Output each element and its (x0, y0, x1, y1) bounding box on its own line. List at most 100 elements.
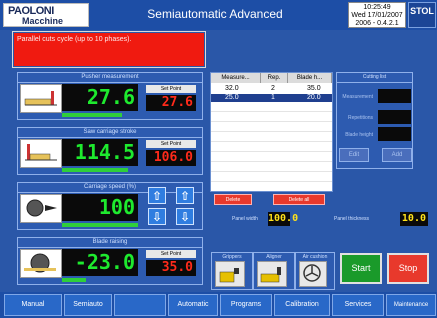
grippers-panel[interactable]: Grippers (211, 252, 253, 290)
clock-date: Wed 17/01/2007 (351, 12, 403, 19)
nav-maintenance[interactable]: Maintenance (386, 294, 436, 316)
panel-width-label: Panel width (232, 216, 258, 222)
saw-value-display: 114.5 (62, 139, 138, 166)
phases-table[interactable]: Measure... Rep. Blade h... 32.0 2 35.0 2… (210, 72, 333, 192)
blade-panel: Blade raising -23.0 Set Point 35.0 (17, 237, 203, 285)
air-cushion-icon (299, 261, 327, 287)
cell-measure: 32.0 (225, 85, 239, 92)
cutting-list-title: Cutting list (337, 73, 412, 83)
table-row[interactable]: 32.0 2 35.0 (211, 85, 332, 93)
table-gridline (211, 151, 332, 152)
cell-rep: 2 (271, 85, 275, 92)
repetitions-field[interactable] (378, 110, 411, 124)
blade-setpoint-field[interactable]: 35.0 (146, 260, 196, 276)
delete-all-button[interactable]: Delete all (273, 194, 325, 205)
add-button[interactable]: Add (382, 148, 412, 162)
air-cushion-label: Air cushion (302, 254, 328, 260)
cell-measure: 25.0 (225, 94, 239, 101)
table-row-selected[interactable]: 25.0 1 20.0 (211, 94, 332, 102)
blade-raise-icon (20, 249, 62, 278)
table-gridline (211, 121, 332, 122)
column-header-measure[interactable]: Measure... (211, 73, 261, 83)
saw-speed-diagram (26, 199, 57, 217)
pusher-diagram (24, 91, 57, 106)
speed-down-large-button[interactable]: ⇩ (176, 208, 194, 225)
blade-height-field[interactable] (378, 127, 411, 141)
pusher-value-display: 27.6 (62, 84, 138, 111)
column-header-rep[interactable]: Rep. (261, 73, 288, 83)
saw-setpoint-field[interactable]: 106.0 (146, 150, 196, 166)
speed-up-small-button[interactable]: ⇧ (148, 187, 166, 204)
air-cushion-diagram (303, 264, 321, 282)
delete-button[interactable]: Delete (214, 194, 252, 205)
column-header-blade[interactable]: Blade h... (288, 73, 332, 83)
grippers-icon (215, 261, 245, 287)
saw-speed-icon (20, 194, 62, 223)
repetitions-label: Repetitions (347, 115, 373, 121)
blade-title: Blade raising (18, 238, 202, 248)
cell-rep: 1 (271, 94, 275, 101)
blade-height-label: Blade height (345, 132, 373, 138)
clock-time: 10:25:49 (363, 4, 391, 11)
pusher-title: Pusher measurement (18, 73, 202, 83)
saw-carriage-icon (20, 139, 62, 168)
paoloni-logo: PAOLONI Macchine (3, 3, 89, 27)
speed-up-large-button[interactable]: ⇧ (176, 187, 194, 204)
speed-panel: Carriage speed (%) 100 ⇧ ⇩ ⇧ ⇩ (17, 182, 203, 230)
grippers-label: Grippers (222, 254, 242, 260)
speed-value-display: 100 (62, 194, 138, 221)
saw-title: Saw carriage stroke (18, 128, 202, 138)
saw-level-bar (62, 168, 128, 172)
nav-programs[interactable]: Programs (220, 294, 272, 316)
speed-level-bar (62, 223, 138, 227)
nav-empty[interactable] (114, 294, 166, 316)
nav-services[interactable]: Services (332, 294, 384, 316)
measurement-label: Measurement (342, 94, 373, 100)
logo-subtitle: Macchine (22, 16, 64, 26)
table-gridline (211, 161, 332, 162)
stol-logo: STOL (408, 2, 436, 28)
saw-carriage-diagram (25, 144, 57, 161)
table-gridline (211, 131, 332, 132)
pusher-setpoint-field[interactable]: 27.6 (146, 95, 196, 111)
saw-setpoint-label: Set Point (146, 140, 196, 148)
blade-raise-diagram (24, 253, 56, 273)
table-gridline (211, 171, 332, 172)
aligner-panel[interactable]: Aligner (253, 252, 295, 290)
speed-down-small-button[interactable]: ⇩ (148, 208, 166, 225)
pusher-setpoint-label: Set Point (146, 85, 196, 93)
clock-display: 10:25:49 Wed 17/01/2007 2006 - 0.4.2.1 (348, 2, 406, 28)
panel-thickness-field[interactable]: 10.0 (400, 212, 428, 226)
cell-blade: 35.0 (307, 85, 321, 92)
measurement-field[interactable] (378, 89, 411, 103)
edit-button[interactable]: Edit (339, 148, 369, 162)
stop-button[interactable]: Stop (387, 253, 429, 284)
table-gridline (211, 141, 332, 142)
grippers-diagram (219, 268, 239, 283)
table-gridline (211, 181, 332, 182)
nav-manual[interactable]: Manual (4, 294, 62, 316)
air-cushion-panel[interactable]: Air cushion (295, 252, 335, 290)
software-version: 2006 - 0.4.2.1 (355, 20, 399, 27)
nav-automatic[interactable]: Automatic (168, 294, 218, 316)
aligner-diagram (260, 267, 281, 283)
page-title: Semiautomatic Advanced (147, 7, 283, 21)
panel-width-field[interactable]: 100.0 (268, 212, 298, 226)
table-gridline (211, 111, 332, 112)
stol-logo-text: STOL (410, 6, 434, 16)
saw-panel: Saw carriage stroke 114.5 Set Point 106.… (17, 127, 203, 175)
aligner-label: Aligner (266, 254, 282, 260)
pusher-panel: Pusher measurement 27.6 Set Point 27.6 (17, 72, 203, 120)
nav-calibration[interactable]: Calibration (274, 294, 330, 316)
cell-blade: 20.0 (307, 94, 321, 101)
aligner-icon (257, 261, 287, 287)
blade-setpoint-label: Set Point (146, 250, 196, 258)
nav-semiauto[interactable]: Semiauto (64, 294, 112, 316)
blade-level-bar (62, 278, 86, 282)
speed-title: Carriage speed (%) (18, 183, 202, 193)
pusher-icon (20, 84, 62, 113)
panel-thickness-label: Panel thickness (334, 216, 370, 222)
pusher-level-bar (62, 113, 122, 117)
start-button[interactable]: Start (340, 253, 382, 284)
blade-value-display: -23.0 (62, 249, 138, 276)
